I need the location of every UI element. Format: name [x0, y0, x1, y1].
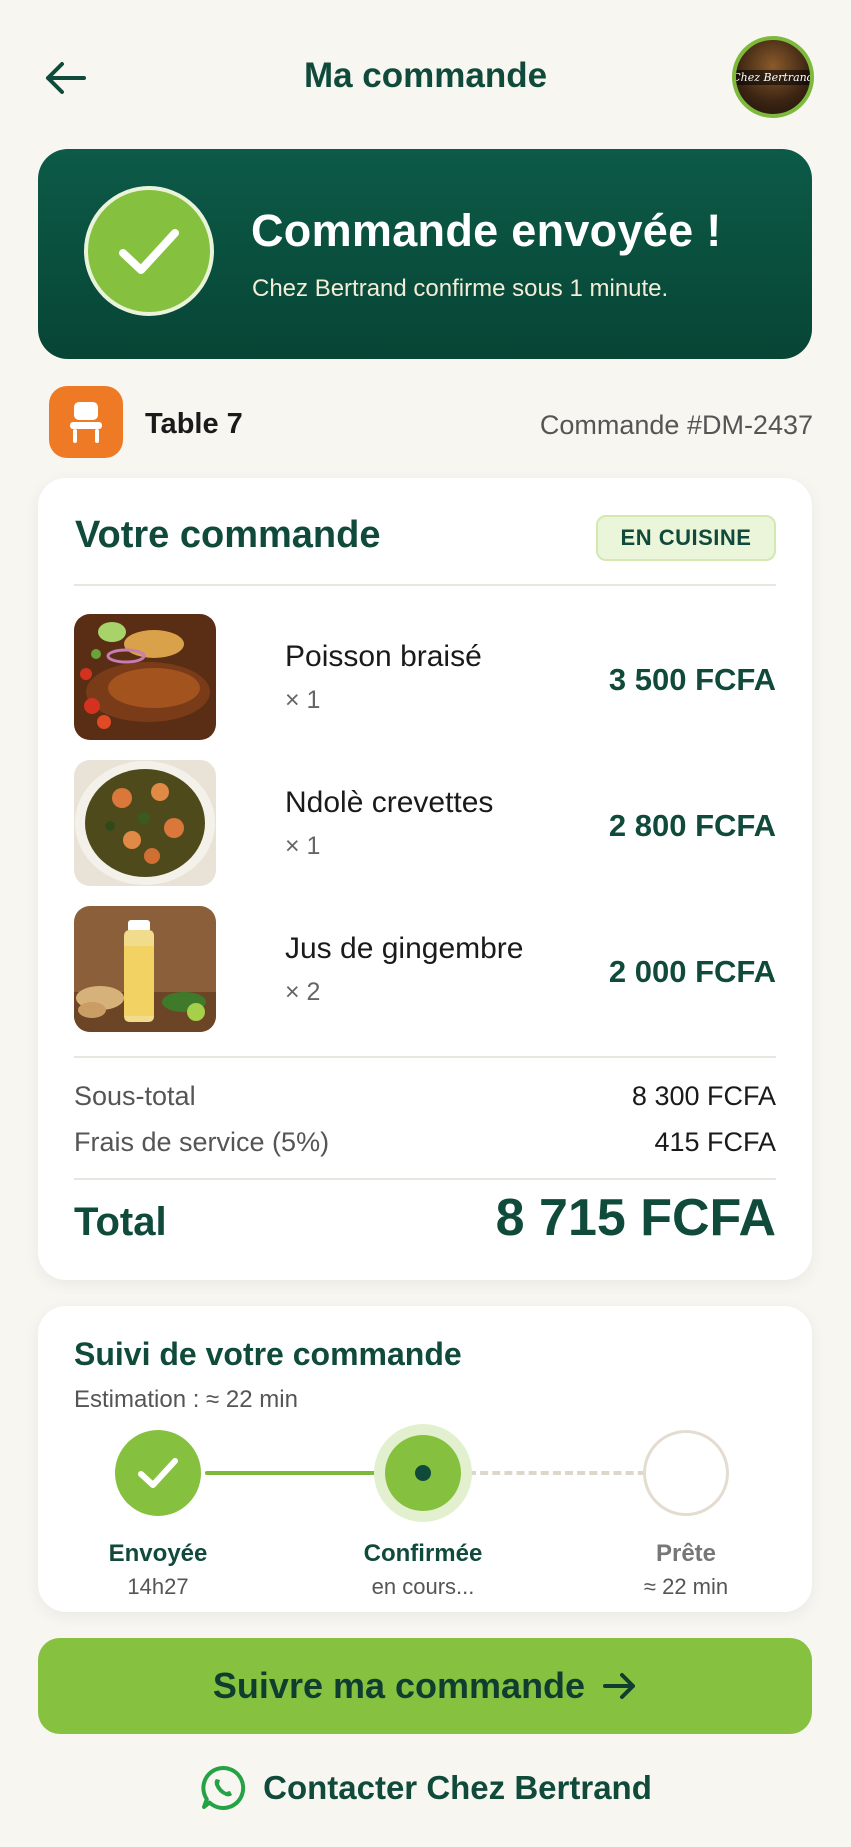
item-image-ginger-juice	[74, 906, 216, 1032]
tracking-estimate: Estimation : ≈ 22 min	[74, 1386, 298, 1413]
item-quantity: × 2	[285, 978, 321, 1006]
checkmark-icon	[84, 186, 214, 316]
track-order-button[interactable]: Suivre ma commande	[38, 1638, 812, 1734]
step-label-sent: Envoyée	[108, 1540, 208, 1567]
step-sent-checkmark-icon	[115, 1430, 201, 1516]
subtotal-label: Sous-total	[74, 1081, 196, 1111]
top-bar: Ma commande Chez Bertrand	[0, 0, 851, 150]
table-label: Table 7	[145, 408, 243, 440]
list-item[interactable]: Ndolè crevettes × 1 2 800 FCFA	[74, 760, 776, 886]
order-card-title: Votre commande	[75, 514, 381, 556]
step-ready-indicator	[643, 1430, 729, 1516]
whatsapp-icon	[201, 1765, 246, 1810]
contact-label: Contacter Chez Bertrand	[263, 1769, 652, 1806]
list-item[interactable]: Jus de gingembre × 2 2 000 FCFA	[74, 906, 776, 1032]
step-label-confirmed: Confirmée	[363, 1540, 483, 1567]
service-fee-value: 415 FCFA	[654, 1127, 776, 1157]
divider	[74, 1178, 776, 1180]
item-name: Poisson braisé	[285, 640, 482, 673]
order-number: Commande #DM-2437	[539, 410, 813, 440]
item-price: 2 000 FCFA	[608, 954, 776, 989]
item-image-grilled-fish	[74, 614, 216, 740]
item-quantity: × 1	[285, 832, 321, 860]
track-order-label: Suivre ma commande	[212, 1665, 586, 1706]
tracking-title: Suivi de votre commande	[74, 1336, 462, 1372]
page-title: Ma commande	[303, 56, 548, 95]
item-quantity: × 1	[285, 686, 321, 714]
divider	[74, 584, 776, 586]
item-name: Jus de gingembre	[285, 932, 524, 965]
contact-restaurant-link[interactable]: Contacter Chez Bertrand	[0, 1760, 851, 1816]
step-confirmed-indicator	[374, 1424, 472, 1522]
step-status-confirmed: en cours...	[371, 1574, 475, 1599]
step-label-ready: Prête	[655, 1540, 717, 1567]
total-value: 8 715 FCFA	[495, 1189, 776, 1247]
step-eta-ready: ≈ 22 min	[643, 1574, 729, 1599]
item-price: 3 500 FCFA	[608, 662, 776, 697]
service-fee-label: Frais de service (5%)	[74, 1127, 330, 1157]
arrow-right-icon	[603, 1673, 636, 1699]
restaurant-logo-text: Chez Bertrand	[736, 69, 810, 85]
divider	[74, 1056, 776, 1058]
restaurant-avatar[interactable]: Chez Bertrand	[732, 36, 814, 118]
status-badge: EN CUISINE	[596, 515, 776, 561]
order-meta: Table 7 Commande #DM-2437	[49, 386, 813, 460]
item-name: Ndolè crevettes	[285, 786, 494, 819]
confirmation-banner: Commande envoyée ! Chez Bertrand confirm…	[38, 149, 812, 359]
total-label: Total	[74, 1200, 167, 1244]
banner-subtitle: Chez Bertrand confirme sous 1 minute.	[252, 275, 669, 302]
order-summary-card: Votre commande EN CUISINE Poisson braisé…	[38, 478, 812, 1280]
subtotal-value: 8 300 FCFA	[631, 1081, 776, 1111]
progress-line-pending	[468, 1471, 670, 1475]
order-tracking-card: Suivi de votre commande Estimation : ≈ 2…	[38, 1306, 812, 1612]
step-time-sent: 14h27	[127, 1574, 189, 1599]
list-item[interactable]: Poisson braisé × 1 3 500 FCFA	[74, 614, 776, 740]
item-image-ndole-shrimp	[74, 760, 216, 886]
banner-title: Commande envoyée !	[251, 205, 722, 256]
item-price: 2 800 FCFA	[608, 808, 776, 843]
chair-icon	[49, 386, 123, 458]
